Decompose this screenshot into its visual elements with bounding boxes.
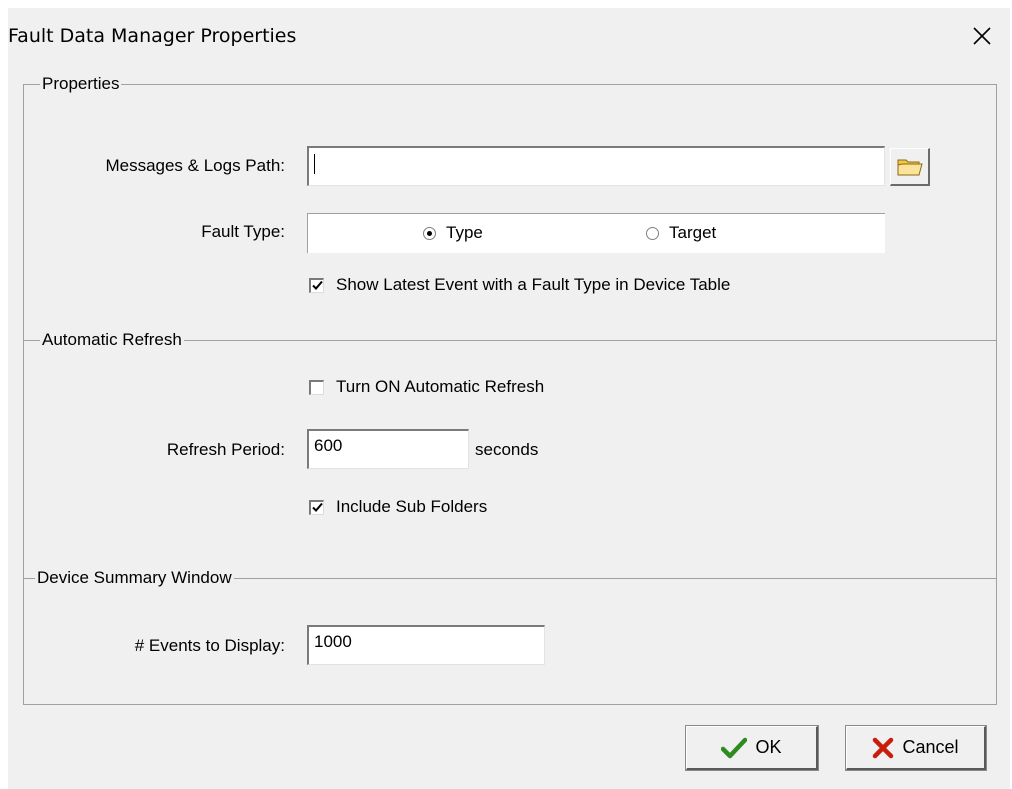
events-to-display-input[interactable]: 1000 <box>307 625 545 665</box>
show-latest-event-box[interactable] <box>309 277 324 293</box>
radio-target[interactable]: Target <box>646 223 716 243</box>
radio-type-circle[interactable] <box>423 226 436 240</box>
show-latest-event-checkbox[interactable]: Show Latest Event with a Fault Type in D… <box>309 275 730 295</box>
path-label: Messages & Logs Path: <box>105 156 285 175</box>
cancel-x-icon <box>873 737 894 758</box>
include-sub-folders-label: Include Sub Folders <box>336 497 488 516</box>
radio-type[interactable]: Type <box>423 223 483 243</box>
include-sub-folders-checkbox[interactable]: Include Sub Folders <box>309 497 487 517</box>
checkmark-icon <box>311 280 323 290</box>
checkmark-icon <box>721 737 748 758</box>
close-icon <box>973 27 991 45</box>
radio-target-circle[interactable] <box>646 226 659 240</box>
ok-label: OK <box>755 737 782 757</box>
events-to-display-label: # Events to Display: <box>134 636 285 655</box>
radio-target-label: Target <box>669 223 717 242</box>
refresh-period-label: Refresh Period: <box>166 440 285 459</box>
browse-folder-button[interactable] <box>890 148 930 186</box>
automatic-refresh-label: Turn ON Automatic Refresh <box>336 377 545 396</box>
folder-icon <box>897 159 923 175</box>
text-caret <box>314 153 315 174</box>
properties-dialog: Fault Data Manager Properties Properties… <box>8 8 1010 789</box>
messages-logs-path-input[interactable] <box>307 146 885 186</box>
checkmark-icon <box>311 502 323 512</box>
section-legend-automatic-refresh: Automatic Refresh <box>40 330 184 350</box>
close-button[interactable] <box>964 18 1000 54</box>
events-to-display-value: 1000 <box>314 632 352 651</box>
automatic-refresh-box[interactable] <box>309 379 324 395</box>
include-sub-folders-box[interactable] <box>309 499 324 515</box>
cancel-label: Cancel <box>902 737 959 757</box>
fault-type-label: Fault Type: <box>201 222 285 241</box>
fault-type-radio-group: Type Target <box>307 213 885 253</box>
show-latest-event-label: Show Latest Event with a Fault Type in D… <box>336 275 731 294</box>
ok-button[interactable]: OK <box>685 725 819 771</box>
radio-type-label: Type <box>446 223 483 242</box>
refresh-period-unit: seconds <box>475 440 539 459</box>
section-legend-properties: Properties <box>40 74 122 94</box>
refresh-period-value: 600 <box>314 436 343 455</box>
automatic-refresh-checkbox[interactable]: Turn ON Automatic Refresh <box>309 377 544 397</box>
cancel-button[interactable]: Cancel <box>845 725 987 771</box>
section-legend-device-summary: Device Summary Window <box>35 568 234 588</box>
window-title: Fault Data Manager Properties <box>8 25 297 47</box>
refresh-period-input[interactable]: 600 <box>307 429 469 469</box>
title-bar: Fault Data Manager Properties <box>8 8 1010 68</box>
